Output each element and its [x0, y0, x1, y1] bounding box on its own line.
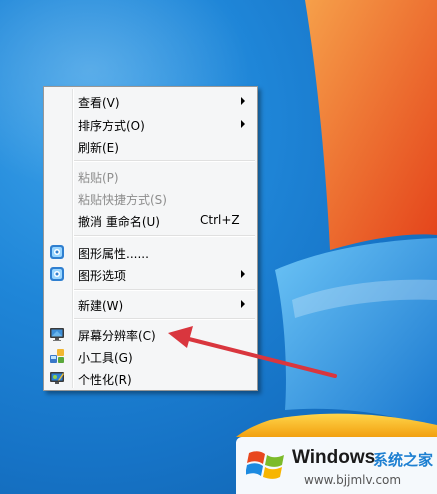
submenu-arrow-icon: [241, 300, 245, 308]
menu-item-label: 刷新(E): [78, 141, 119, 155]
menu-item-new[interactable]: 新建(W): [46, 293, 255, 315]
watermark-brand: Windows: [292, 447, 376, 468]
menu-item-sort-by[interactable]: 排序方式(O): [46, 113, 255, 135]
watermark-url: www.bjjmlv.com: [304, 473, 402, 487]
menu-item-gadgets[interactable]: 小工具(G): [46, 345, 255, 367]
menu-item-graphics-options[interactable]: 图形选项: [46, 263, 255, 285]
menu-item-personalize[interactable]: 个性化(R): [46, 367, 255, 389]
menu-separator: [74, 160, 255, 162]
watermark-logo: Windows 系统之家 www.bjjmlv.com: [236, 437, 437, 494]
submenu-arrow-icon: [241, 97, 245, 105]
submenu-arrow-icon: [241, 120, 245, 128]
menu-item-label: 个性化(R): [78, 373, 132, 387]
menu-item-paste[interactable]: 粘贴(P): [46, 165, 255, 187]
menu-separator: [74, 289, 255, 291]
menu-item-screen-resolution[interactable]: 屏幕分辨率(C): [46, 323, 255, 345]
menu-item-label: 排序方式(O): [78, 119, 145, 133]
menu-item-view[interactable]: 查看(V): [46, 90, 255, 112]
menu-item-label: 查看(V): [78, 96, 120, 110]
personalize-icon: [50, 372, 64, 384]
menu-item-label: 粘贴快捷方式(S): [78, 193, 167, 207]
watermark-site-name: 系统之家: [373, 451, 434, 469]
menu-item-label: 图形选项: [78, 269, 127, 283]
menu-item-label: 小工具(G): [78, 351, 133, 365]
menu-item-graphics-properties[interactable]: 图形属性......: [46, 241, 255, 263]
menu-separator: [74, 318, 255, 320]
graphics-properties-icon: [50, 245, 64, 259]
windows-logo-icon: [246, 451, 284, 479]
gadgets-icon: [50, 349, 64, 363]
menu-item-refresh[interactable]: 刷新(E): [46, 135, 255, 157]
desktop-context-menu: 查看(V) 排序方式(O) 刷新(E) 粘贴(P) 粘贴快捷方式(S) 撤消 重…: [43, 86, 258, 391]
menu-item-paste-shortcut[interactable]: 粘贴快捷方式(S): [46, 187, 255, 209]
menu-separator: [74, 235, 255, 237]
graphics-options-icon: [50, 267, 64, 281]
menu-item-label: 图形属性......: [78, 247, 149, 261]
menu-item-undo-rename[interactable]: 撤消 重命名(U) Ctrl+Z: [46, 209, 255, 231]
submenu-arrow-icon: [241, 270, 245, 278]
menu-item-label: 撤消 重命名(U): [78, 215, 160, 229]
menu-item-label: 屏幕分辨率(C): [78, 329, 156, 343]
menu-item-label: 新建(W): [78, 299, 124, 313]
menu-item-label: 粘贴(P): [78, 171, 119, 185]
menu-item-shortcut: Ctrl+Z: [200, 213, 240, 227]
screen-resolution-icon: [50, 328, 64, 341]
